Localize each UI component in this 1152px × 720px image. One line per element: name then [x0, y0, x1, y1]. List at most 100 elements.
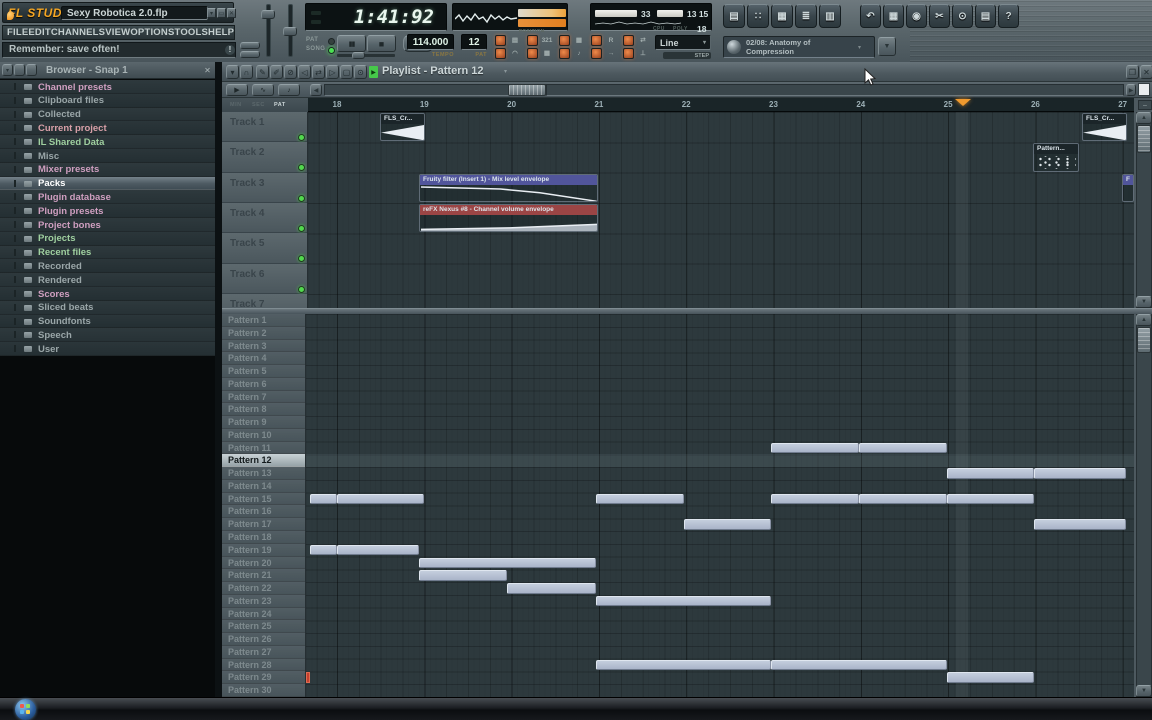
pattern-row-23[interactable]: Pattern 23	[222, 594, 305, 608]
stepseq-button[interactable]: ∷	[747, 4, 769, 28]
playlist-header[interactable]: ▾ ∩ ✎ ✐ ⊘ ◁ ⇄ ▷ ▢ ⊙ ▶ Playlist - Pattern 12 ▾ ❐…	[222, 62, 1152, 82]
track-enable-led[interactable]	[298, 285, 305, 293]
play-pause-button[interactable]: ▮▮	[337, 35, 366, 52]
pattern-clip[interactable]	[419, 557, 596, 569]
pattern-row-2[interactable]: Pattern 2	[222, 326, 305, 340]
browser-item-misc[interactable]: Misc	[0, 149, 216, 163]
led-toggle[interactable]	[527, 48, 538, 59]
minimize-icon[interactable]: ▾	[207, 8, 216, 18]
main-volume-handle[interactable]	[261, 10, 275, 19]
pattern-clip[interactable]	[419, 570, 507, 581]
undo-button[interactable]: ↶	[860, 4, 881, 28]
browser-item-packs[interactable]: Packs	[0, 176, 216, 191]
pattern-row-1[interactable]: Pattern 1	[222, 314, 305, 327]
track-scroll-up-icon[interactable]: ▲	[1136, 112, 1152, 124]
time-mode-pat[interactable]: PAT	[274, 102, 286, 108]
led-toggle-icon[interactable]: ⇄	[634, 35, 652, 45]
pattern-row-18[interactable]: Pattern 18	[222, 531, 305, 544]
track-enable-led[interactable]	[298, 194, 305, 202]
time-mode-sec[interactable]: SEC	[252, 102, 265, 108]
pattern-row-27[interactable]: Pattern 27	[222, 645, 305, 659]
track-enable-led[interactable]	[298, 224, 305, 232]
mixer-button[interactable]: ▥	[819, 4, 841, 28]
pattern-clip[interactable]	[337, 544, 419, 556]
pattern-clip[interactable]	[596, 659, 771, 671]
pattern-clip[interactable]	[1034, 519, 1126, 530]
red-clip-fragment[interactable]	[306, 672, 310, 683]
track-grid[interactable]: FLS_Cr... FLS_Cr... Pattern... Fruity filte…	[308, 112, 1134, 308]
pattern-scrollbar-thumb[interactable]	[1137, 327, 1151, 353]
pattern-row-14[interactable]: Pattern 14	[222, 479, 305, 493]
pattern-clip[interactable]	[947, 493, 1034, 505]
track-row-7[interactable]: Track 7	[222, 293, 307, 308]
led-toggle-icon[interactable]: ▦	[538, 48, 556, 58]
track-scroll-down-icon[interactable]: ▼	[1136, 296, 1152, 308]
browser-item-recent-files[interactable]: Recent files	[0, 245, 216, 260]
automation-clip[interactable]: F	[1122, 173, 1134, 202]
position-meter[interactable]	[518, 19, 566, 27]
menu-item-view[interactable]: VIEW	[105, 27, 130, 38]
pattern-row-17[interactable]: Pattern 17	[222, 518, 305, 532]
help-button[interactable]: ?	[998, 4, 1019, 28]
led-toggle[interactable]	[623, 48, 634, 59]
restore-icon[interactable]: ❐	[1126, 65, 1139, 79]
track-row-3[interactable]: Track 3	[222, 172, 307, 203]
pattern-row-24[interactable]: Pattern 24	[222, 607, 305, 621]
browser-item-channel-presets[interactable]: Channel presets	[0, 80, 216, 94]
menu-item-options[interactable]: OPTIONS	[130, 27, 174, 38]
browser-snap-icon[interactable]	[14, 64, 25, 76]
led-toggle[interactable]	[495, 35, 506, 46]
automation-clip[interactable]: reFX Nexus #8 - Channel volume envelope	[419, 203, 598, 233]
pattern-row-26[interactable]: Pattern 26	[222, 633, 305, 646]
browser-header[interactable]: ▾ Browser - Snap 1 ✕	[0, 62, 216, 79]
delete-tool[interactable]: ⊘	[284, 65, 297, 79]
browser-item-scores[interactable]: Scores	[0, 287, 216, 301]
playhead-marker[interactable]	[955, 99, 971, 106]
pattern-row-12[interactable]: Pattern 12	[222, 454, 305, 468]
pattern-scroll-up-icon[interactable]: ▲	[1136, 314, 1152, 326]
pianoroll-button[interactable]: ▦	[771, 4, 793, 28]
pattern-clip[interactable]	[771, 659, 947, 671]
brush-tool[interactable]: ✐	[270, 65, 283, 79]
led-toggle[interactable]	[623, 35, 634, 46]
pattern-row-19[interactable]: Pattern 19	[222, 543, 305, 557]
menu-item-help[interactable]: HELP	[208, 27, 234, 38]
pattern-row-7[interactable]: Pattern 7	[222, 390, 305, 404]
cut-button[interactable]: ✂	[929, 4, 950, 28]
led-toggle-icon[interactable]: ▤	[506, 35, 524, 45]
horizontal-scrollbar-thumb[interactable]	[508, 84, 546, 96]
pattern-row-11[interactable]: Pattern 11	[222, 441, 305, 455]
main-pitch-handle[interactable]	[283, 27, 297, 36]
browser-item-recorded[interactable]: Recorded	[0, 259, 216, 274]
pat-mode-led[interactable]	[328, 38, 335, 45]
browser-item-soundfonts[interactable]: Soundfonts	[0, 314, 216, 329]
led-toggle[interactable]	[495, 48, 506, 59]
pattern-clip[interactable]	[859, 493, 947, 505]
led-toggle[interactable]	[591, 48, 602, 59]
browser-menu-icon[interactable]: ▾	[2, 64, 13, 76]
browser-item-project-bones[interactable]: Project bones	[0, 218, 216, 232]
browser-reload-icon[interactable]	[26, 64, 37, 76]
pat-mode-label[interactable]: PAT	[306, 37, 318, 43]
picker-button[interactable]: ▶	[226, 84, 248, 96]
slide-curve-button[interactable]: ∿	[252, 84, 274, 96]
track-row-6[interactable]: Track 6	[222, 263, 307, 294]
browser-item-current-project[interactable]: Current project	[0, 121, 216, 136]
led-toggle[interactable]	[559, 48, 570, 59]
playlist-button[interactable]: ▤	[723, 4, 745, 28]
track-enable-led[interactable]	[298, 134, 305, 141]
mute-tool[interactable]: ◁	[298, 65, 311, 79]
pattern-row-16[interactable]: Pattern 16	[222, 505, 305, 519]
hint-mini-button-b[interactable]	[240, 51, 260, 58]
pattern-row-6[interactable]: Pattern 6	[222, 377, 305, 391]
led-toggle-icon[interactable]: →	[602, 48, 620, 58]
step-badge[interactable]: STEP	[663, 52, 711, 59]
led-toggle[interactable]	[527, 35, 538, 46]
stop-button[interactable]: ■	[367, 35, 396, 52]
pattern-clip[interactable]	[596, 493, 684, 505]
zoom-button[interactable]: ⊙	[952, 4, 973, 28]
pattern-row-29[interactable]: Pattern 29	[222, 671, 305, 685]
menu-item-edit[interactable]: EDIT	[28, 27, 50, 38]
track-scrollbar-thumb[interactable]	[1137, 125, 1151, 153]
pattern-row-15[interactable]: Pattern 15	[222, 492, 305, 506]
